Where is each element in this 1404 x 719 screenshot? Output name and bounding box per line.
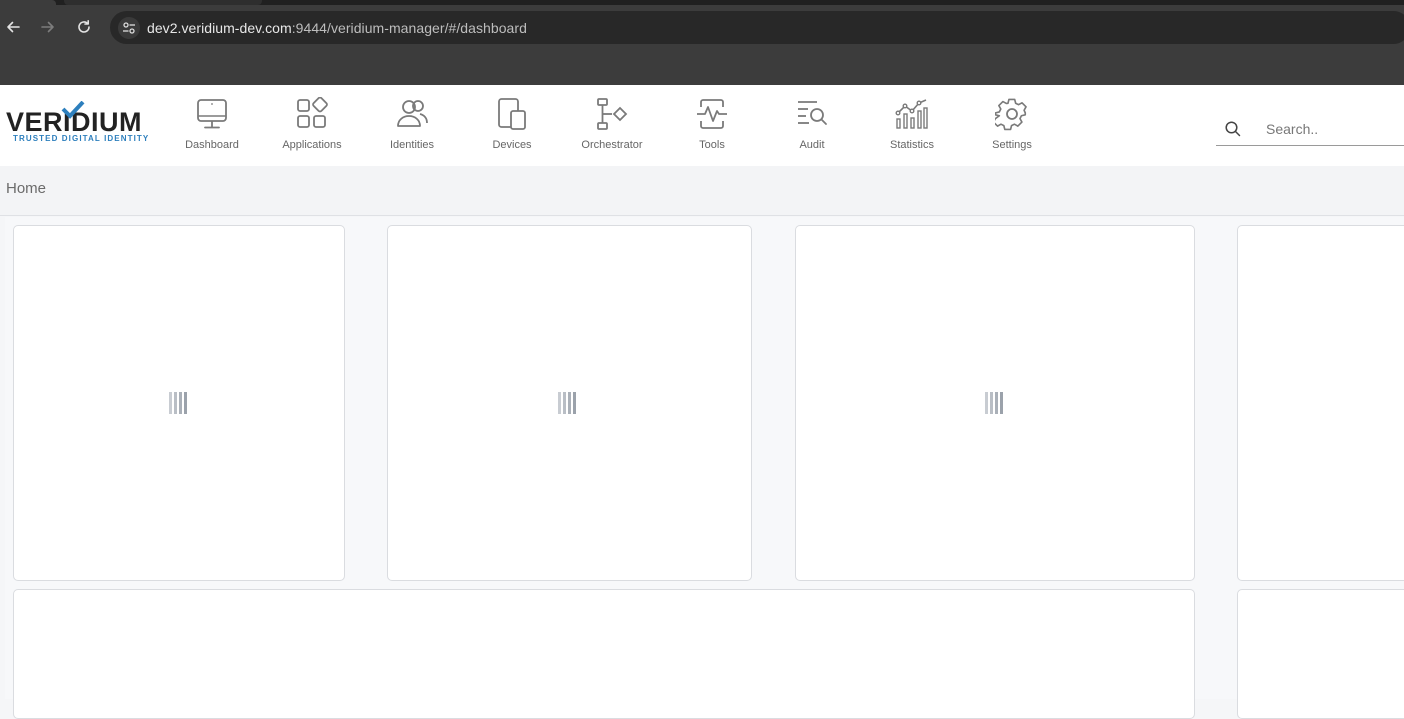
search-input[interactable] <box>1266 118 1404 140</box>
nav-settings[interactable]: Settings <box>962 97 1062 155</box>
url-host: dev2.veridium-dev.com <box>147 20 292 36</box>
site-info-icon[interactable] <box>118 17 140 39</box>
breadcrumb: Home <box>0 166 1404 216</box>
forward-button[interactable] <box>37 16 59 38</box>
nav-orchestrator-label: Orchestrator <box>581 139 643 151</box>
url-text[interactable]: dev2.veridium-dev.com:9444/veridium-mana… <box>147 20 527 36</box>
nav-dashboard-label: Dashboard <box>185 139 239 151</box>
loading-spinner <box>558 392 580 414</box>
search-icon[interactable] <box>1224 120 1242 138</box>
nav-orchestrator[interactable]: Orchestrator <box>562 97 662 155</box>
dashboard-content <box>5 217 1404 719</box>
veridium-logo[interactable]: VERIDIUM TRUSTED DIGITAL IDENTITY <box>6 99 151 145</box>
dashboard-widget <box>1237 589 1404 719</box>
nav-tools-label: Tools <box>699 139 725 151</box>
dashboard-widget <box>795 225 1195 581</box>
logo-check-icon <box>61 101 85 119</box>
nav-statistics[interactable]: Statistics <box>862 97 962 155</box>
devices-icon <box>495 97 529 131</box>
stats-chart-icon <box>895 97 929 131</box>
apps-grid-icon <box>295 97 329 131</box>
flow-icon <box>595 97 629 131</box>
arrow-right-icon <box>41 21 54 33</box>
logo-tagline: TRUSTED DIGITAL IDENTITY <box>13 134 150 143</box>
dashboard-widget <box>13 225 345 581</box>
app-header: VERIDIUM TRUSTED DIGITAL IDENTITY Dashbo… <box>0 85 1404 166</box>
nav-devices-label: Devices <box>492 139 532 151</box>
nav-applications-label: Applications <box>282 139 342 151</box>
browser-toolbar: dev2.veridium-dev.com:9444/veridium-mana… <box>0 5 1404 49</box>
nav-settings-label: Settings <box>992 139 1032 151</box>
arrow-left-icon <box>7 21 20 33</box>
dashboard-widget <box>387 225 752 581</box>
gear-icon <box>995 97 1029 131</box>
nav-tools[interactable]: Tools <box>662 97 762 155</box>
reload-icon <box>78 20 90 33</box>
nav-statistics-label: Statistics <box>889 139 934 151</box>
browser-chrome: dev2.veridium-dev.com:9444/veridium-mana… <box>0 0 1404 85</box>
nav-dashboard[interactable]: Dashboard <box>162 97 262 155</box>
nav-applications[interactable]: Applications <box>262 97 362 155</box>
nav-audit-label: Audit <box>799 139 825 151</box>
breadcrumb-home[interactable]: Home <box>6 180 46 197</box>
address-bar[interactable]: dev2.veridium-dev.com:9444/veridium-mana… <box>110 11 1404 44</box>
monitor-icon <box>195 97 229 131</box>
global-search <box>1216 114 1404 146</box>
audit-search-icon <box>795 97 829 131</box>
nav-identities-label: Identities <box>389 139 435 151</box>
reload-button[interactable] <box>73 16 95 38</box>
dashboard-widget <box>1237 225 1404 581</box>
nav-audit[interactable]: Audit <box>762 97 862 155</box>
back-button[interactable] <box>2 16 24 38</box>
loading-spinner <box>169 392 191 414</box>
url-path: :9444/veridium-manager/#/dashboard <box>291 20 527 36</box>
pulse-icon <box>695 97 729 131</box>
nav-identities[interactable]: Identities <box>362 97 462 155</box>
dashboard-widget-wide <box>13 589 1195 719</box>
bookmarks-bar <box>0 49 1404 85</box>
loading-spinner <box>985 392 1007 414</box>
users-icon <box>395 97 429 131</box>
nav-devices[interactable]: Devices <box>462 97 562 155</box>
